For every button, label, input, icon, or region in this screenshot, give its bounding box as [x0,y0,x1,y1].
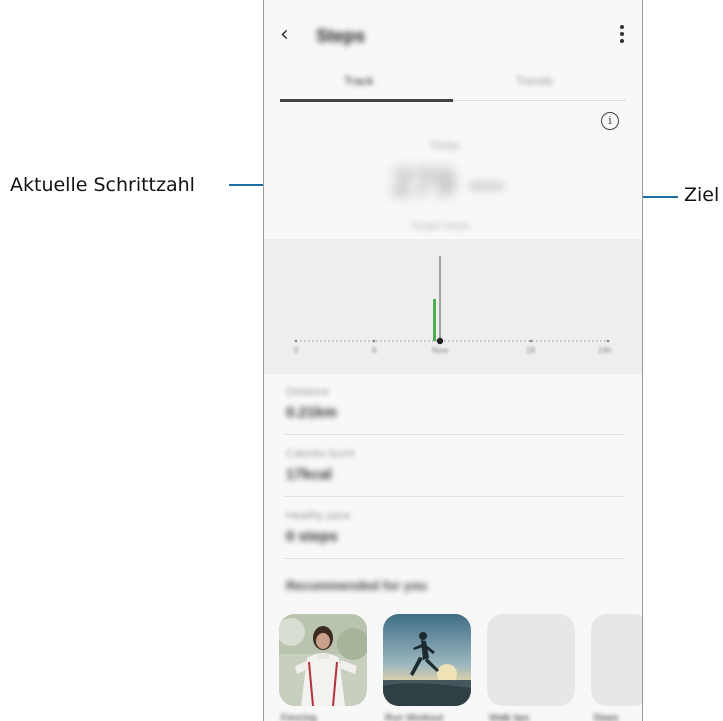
recommended-card-placeholder[interactable] [487,614,575,706]
info-icon[interactable]: i [601,112,619,130]
back-button[interactable]: ‹ [280,22,289,47]
stat-value: 0.21km [286,404,337,421]
recommended-card-running[interactable] [383,614,471,706]
more-options-icon[interactable] [620,25,624,46]
stat-row-healthy-pace[interactable]: Healthy pace 0 steps [284,496,624,559]
stat-label: Calories burnt [286,448,355,460]
tab-trends[interactable]: Trends [516,74,553,88]
annotation-goal: Ziel [684,184,720,206]
card-label: Fencing [281,713,317,721]
tab-track[interactable]: Track [344,74,374,88]
card-label: Walk tips [489,713,530,721]
x-tick-label: 0 [294,346,299,355]
app-bar: ‹ Steps [264,0,642,70]
phone-screen: ‹ Steps Track Trends i Today 279 /6000 T… [263,0,643,721]
tab-bar: Track Trends [280,70,626,102]
stat-value: 17kcal [286,466,332,483]
stat-row-calories[interactable]: Calories burnt 17kcal [284,434,624,497]
steps-chart-svg: 0 6 Now 18 24h [294,256,612,355]
stat-label: Healthy pace [286,510,351,522]
recommended-title: Recommended for you [286,578,427,593]
runner-photo-image [383,614,471,706]
tab-indicator [280,99,453,102]
tick-dot [294,339,298,343]
page-title: Steps [316,26,366,46]
steps-chart: 0 6 Now 18 24h [264,239,642,374]
x-tick-label: 6 [372,346,377,355]
stat-row-distance[interactable]: Distance 0.21km [284,372,624,435]
tick-dot [372,339,376,343]
x-tick-label: 24h [598,346,611,355]
tick-dot [529,339,533,343]
tick-dot [606,339,610,343]
recommended-card-fencing[interactable] [279,614,367,706]
now-marker-dot [436,337,444,345]
today-label: Today [430,140,460,152]
stat-label: Distance [286,386,329,398]
recommended-card-placeholder[interactable] [591,614,642,706]
goal-label: Target steps [410,220,470,232]
stat-value: 0 steps [286,528,338,545]
x-tick-label: 18 [526,346,535,355]
current-steps-value: 279 [392,162,456,204]
steps-bar [433,299,436,341]
goal-value: /6000 [469,178,505,194]
fencer-photo-image [279,614,367,706]
annotation-current-steps: Aktuelle Schrittzahl [10,174,195,196]
card-label: Run Workout [385,713,444,721]
x-tick-label: Now [432,346,448,355]
card-label: Steps [593,713,619,721]
